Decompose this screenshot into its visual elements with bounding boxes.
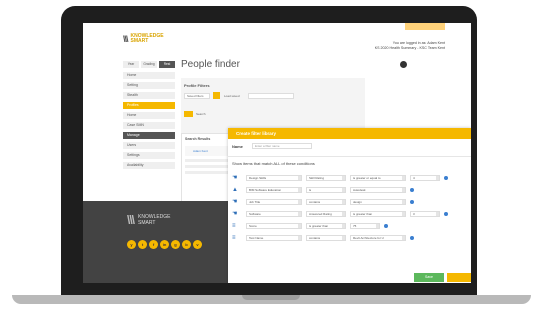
condition-op-select[interactable]: is greater than (306, 223, 346, 229)
sidebar-item[interactable]: Case SMN (123, 122, 175, 129)
remove-condition-icon[interactable] (384, 224, 388, 228)
sidebar-item[interactable]: Home (123, 112, 175, 119)
sidebar-tab[interactable]: Year (123, 61, 139, 68)
sidebar-item-active[interactable]: Profiles (123, 102, 175, 109)
google-icon[interactable]: g (171, 240, 180, 249)
laptop-notch (242, 295, 300, 300)
condition-row: ☚ Job Title contains design (232, 198, 462, 207)
placeholder-line (185, 165, 229, 168)
sidebar-item[interactable]: Home (123, 72, 175, 79)
condition-field-select[interactable]: Score (246, 223, 302, 229)
score-icon: ≡ (232, 223, 236, 229)
skill-icon: ☚ (232, 175, 238, 181)
condition-field-select[interactable]: BIM Software Education (246, 187, 302, 193)
user-info: You are logged in as: Adam Kent KS 2020 … (375, 41, 445, 51)
condition-row: ☚ Design Skills Skill Rating is greater … (232, 174, 462, 183)
sidebar: Year Grading Rest Home Setting Stealth P… (123, 61, 175, 172)
modal-title: Create filter library (228, 128, 471, 139)
top-accent-bar (405, 23, 445, 30)
sidebar-item[interactable]: Setting (123, 82, 175, 89)
remove-condition-icon[interactable] (444, 212, 448, 216)
sidebar-item[interactable]: Users (123, 142, 175, 149)
condition-op-select[interactable]: contains (306, 235, 346, 241)
promo-logo: \\\ KNOWLEDGE SMART (127, 213, 171, 227)
panel-label: Profile Filters (184, 83, 210, 88)
skill-icon: ☚ (232, 199, 238, 205)
search-button[interactable] (184, 111, 193, 117)
sidebar-item[interactable]: Availability (123, 162, 175, 169)
sidebar-item[interactable]: Stealth (123, 92, 175, 99)
list-item[interactable]: Adam Kent (185, 146, 229, 156)
condition-value-select[interactable]: 4 (410, 175, 440, 181)
logo-mark-icon: \\\ (123, 34, 128, 44)
vimeo-icon[interactable]: v (193, 240, 202, 249)
add-filter-button[interactable] (213, 92, 220, 99)
blog-icon[interactable]: b (182, 240, 191, 249)
name-label: Name (232, 144, 243, 149)
promo-line-2: SMART (138, 220, 156, 226)
placeholder-line (185, 159, 229, 162)
condition-compare-select[interactable]: is greater than (350, 211, 406, 217)
condition-op-select[interactable]: contains (306, 199, 346, 205)
condition-field-select[interactable]: Software (246, 211, 302, 217)
condition-field-select[interactable]: Test Name (246, 235, 302, 241)
remove-condition-icon[interactable] (410, 188, 414, 192)
search-button-label: Search (196, 112, 206, 116)
top-bar: \\\ KNOWLEDGE SMART You are logged in as… (83, 23, 471, 59)
saved-filter-select[interactable]: Saved filters (184, 93, 210, 99)
info-icon[interactable] (400, 61, 407, 68)
page-title: People finder (181, 59, 240, 70)
promo-logo-text: KNOWLEDGE SMART (138, 214, 171, 226)
logo-text: KNOWLEDGE SMART (131, 34, 164, 44)
promo-logo-icon: \\\ (127, 213, 135, 227)
remove-condition-icon[interactable] (444, 176, 448, 180)
condition-compare-select[interactable]: Revit Architecture for U (350, 235, 406, 241)
logo-line-2: SMART (130, 38, 149, 44)
linkedin-icon[interactable]: in (160, 240, 169, 249)
condition-compare-select[interactable]: is greater or equal to (350, 175, 406, 181)
condition-field-select[interactable]: Design Skills (246, 175, 302, 181)
promo-banner: \\\ KNOWLEDGE SMART y t f in g b v (83, 201, 233, 283)
laptop-screen: \\\ KNOWLEDGE SMART You are logged in as… (83, 23, 471, 283)
sidebar-tab[interactable]: Rest (159, 61, 175, 68)
score-icon: ≡ (232, 235, 236, 241)
create-filter-modal: Create filter library Name Enter a filte… (228, 128, 471, 283)
condition-op-select[interactable]: Answered Rating (306, 211, 346, 217)
modal-footer: Save (228, 270, 471, 283)
brand-logo[interactable]: \\\ KNOWLEDGE SMART (123, 34, 164, 45)
remove-condition-icon[interactable] (410, 200, 414, 204)
condition-row: ≡ Test Name contains Revit Architecture … (232, 234, 462, 243)
twitter-icon[interactable]: t (138, 240, 147, 249)
condition-op-select[interactable]: Skill Rating (306, 175, 346, 181)
condition-compare-select[interactable]: 75 (350, 223, 380, 229)
condition-compare-select[interactable]: Autodesk (350, 187, 406, 193)
facebook-icon[interactable]: f (149, 240, 158, 249)
sidebar-tabs: Year Grading Rest (123, 61, 175, 68)
condition-row: ▲ BIM Software Education is Autodesk (232, 186, 462, 195)
divider (228, 156, 471, 157)
save-button[interactable]: Save (414, 273, 444, 282)
sidebar-item[interactable]: Settings (123, 152, 175, 159)
condition-field-select[interactable]: Job Title (246, 199, 302, 205)
sidebar-tab[interactable]: Grading (141, 61, 157, 68)
sidebar-item-selected[interactable]: Manage (123, 132, 175, 139)
skill-icon: ☚ (232, 211, 238, 217)
social-links: y t f in g b v (127, 240, 202, 249)
placeholder-line (185, 171, 229, 174)
user-account-text: KS 2020 Health Summary - KSC Team Kent (374, 46, 445, 50)
condition-row: ☚ Software Answered Rating is greater th… (232, 210, 462, 219)
condition-compare-select[interactable]: design (350, 199, 406, 205)
remove-condition-icon[interactable] (410, 236, 414, 240)
search-results-title: Search Results (185, 137, 211, 141)
load-saved-input[interactable] (248, 93, 294, 99)
load-saved-label: Load saved (224, 94, 240, 98)
filter-name-input[interactable]: Enter a filter name (252, 143, 312, 149)
software-icon: ▲ (232, 187, 238, 193)
condition-value-select[interactable]: 3 (410, 211, 440, 217)
youtube-icon[interactable]: y (127, 240, 136, 249)
conditions-title: Show items that match ALL of these condi… (232, 161, 315, 166)
condition-op-select[interactable]: is (306, 187, 346, 193)
condition-row: ≡ Score is greater than 75 (232, 222, 462, 231)
secondary-button[interactable] (447, 273, 471, 282)
